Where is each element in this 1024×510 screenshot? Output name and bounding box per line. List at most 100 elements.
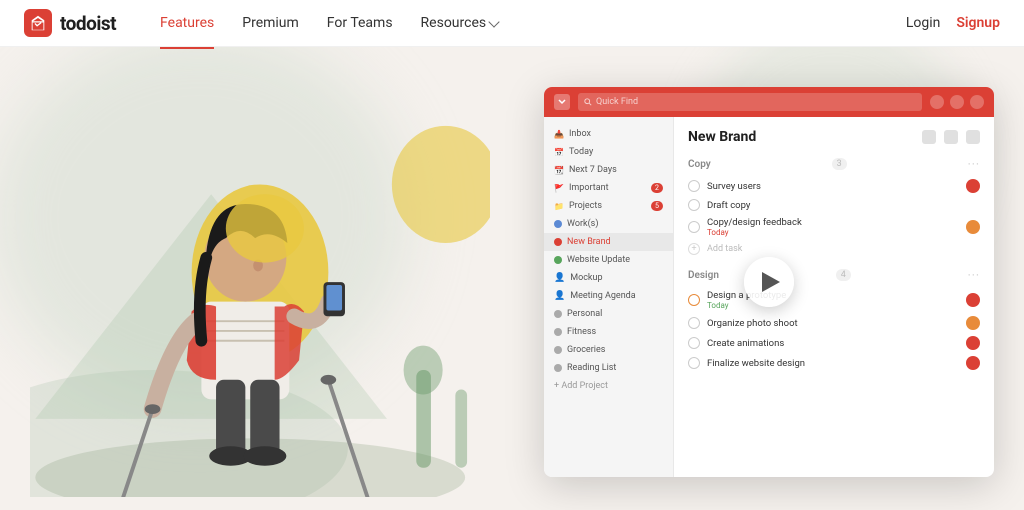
task-date: Today <box>707 301 959 310</box>
task-avatar <box>966 293 980 307</box>
add-task-icon: + <box>688 243 700 255</box>
task-draft-copy[interactable]: Draft copy <box>688 196 980 214</box>
app-header: Quick Find <box>544 87 994 117</box>
task-text: Draft copy <box>707 200 980 211</box>
copy-section-count: 3 <box>832 158 847 170</box>
task-text: Survey users <box>707 181 959 192</box>
copy-section-more[interactable]: ··· <box>968 157 980 171</box>
design-section-title: Design <box>688 270 719 281</box>
app-search[interactable]: Quick Find <box>578 93 922 111</box>
app-main-header: New Brand <box>688 129 980 145</box>
websiteupdate-dot <box>554 256 562 264</box>
task-create-animations[interactable]: Create animations <box>688 333 980 353</box>
sidebar-item-readinglist[interactable]: Reading List <box>544 359 673 377</box>
task-text: Design a prototype <box>707 290 959 301</box>
copy-section-header: Copy 3 ··· <box>688 157 980 171</box>
sidebar-item-projects[interactable]: 📁 Projects 5 <box>544 197 673 215</box>
logo-text: todoist <box>60 12 116 35</box>
app-main-action-icons <box>922 130 980 144</box>
task-organize-photo-shoot[interactable]: Organize photo shoot <box>688 313 980 333</box>
task-circle <box>688 221 700 233</box>
hiker-svg <box>30 77 490 497</box>
task-circle <box>688 294 700 306</box>
app-main: New Brand Copy 3 ··· <box>674 117 994 477</box>
hero-section: Quick Find 📥 Inbox 📅 Today <box>0 47 1024 510</box>
sidebar-item-works[interactable]: Work(s) <box>544 215 673 233</box>
sidebar-item-meetingagenda[interactable]: 👤 Meeting Agenda <box>544 287 673 305</box>
design-section-count: 4 <box>836 269 851 281</box>
nav-resources[interactable]: Resources <box>409 11 511 35</box>
task-finalize-website-design[interactable]: Finalize website design <box>688 353 980 373</box>
newbrand-dot <box>554 238 562 246</box>
navbar: todoist Features Premium For Teams Resou… <box>0 0 1024 47</box>
sidebar-item-newbrand[interactable]: New Brand <box>544 233 673 251</box>
fitness-dot <box>554 328 562 336</box>
header-icon-2[interactable] <box>950 95 964 109</box>
task-circle <box>688 199 700 211</box>
task-avatar <box>966 179 980 193</box>
app-screenshot: Quick Find 📥 Inbox 📅 Today <box>544 87 994 477</box>
logo[interactable]: todoist <box>24 9 116 37</box>
play-button[interactable] <box>744 257 794 307</box>
resources-chevron-icon <box>488 16 499 27</box>
design-section: Design 4 ··· Design a prototype Today <box>688 268 980 373</box>
app-main-title: New Brand <box>688 129 756 145</box>
task-text: Finalize website design <box>707 358 959 369</box>
task-date: Today <box>707 228 959 237</box>
header-icon-1[interactable] <box>930 95 944 109</box>
task-avatar <box>966 220 980 234</box>
header-icon-3[interactable] <box>970 95 984 109</box>
nav-links: Features Premium For Teams Resources <box>148 11 906 35</box>
sidebar-item-groceries[interactable]: Groceries <box>544 341 673 359</box>
task-text: Organize photo shoot <box>707 318 959 329</box>
readinglist-dot <box>554 364 562 372</box>
task-circle <box>688 337 700 349</box>
task-avatar <box>966 356 980 370</box>
personal-dot <box>554 310 562 318</box>
login-link[interactable]: Login <box>906 15 941 31</box>
logo-icon <box>24 9 52 37</box>
task-circle <box>688 317 700 329</box>
copy-section: Copy 3 ··· Survey users Draft copy <box>688 157 980 258</box>
sidebar-item-important[interactable]: 🚩 Important 2 <box>544 179 673 197</box>
sidebar-item-mockup[interactable]: 👤 Mockup <box>544 269 673 287</box>
sidebar-item-personal[interactable]: Personal <box>544 305 673 323</box>
sidebar-item-websiteupdate[interactable]: Website Update <box>544 251 673 269</box>
copy-section-title: Copy <box>688 159 711 170</box>
hiker-illustration <box>0 47 520 510</box>
task-design-prototype[interactable]: Design a prototype Today <box>688 287 980 313</box>
sidebar-item-today[interactable]: 📅 Today <box>544 143 673 161</box>
design-section-header: Design 4 ··· <box>688 268 980 282</box>
comment-icon[interactable] <box>922 130 936 144</box>
task-avatar <box>966 316 980 330</box>
nav-features[interactable]: Features <box>148 11 226 35</box>
sidebar-item-inbox[interactable]: 📥 Inbox <box>544 125 673 143</box>
sidebar-item-fitness[interactable]: Fitness <box>544 323 673 341</box>
task-copy-design-feedback[interactable]: Copy/design feedback Today <box>688 214 980 240</box>
groceries-dot <box>554 346 562 354</box>
task-text: Create animations <box>707 338 959 349</box>
sidebar-item-next7days[interactable]: 📆 Next 7 Days <box>544 161 673 179</box>
app-logo-small <box>554 94 570 110</box>
important-badge: 2 <box>651 183 663 193</box>
play-icon <box>762 272 780 292</box>
nav-for-teams[interactable]: For Teams <box>315 11 405 35</box>
design-section-more[interactable]: ··· <box>968 268 980 282</box>
signup-link[interactable]: Signup <box>956 15 1000 31</box>
task-text: Copy/design feedback <box>707 217 959 228</box>
app-sidebar: 📥 Inbox 📅 Today 📆 Next 7 Days 🚩 Importan… <box>544 117 674 477</box>
task-circle <box>688 357 700 369</box>
add-project-button[interactable]: + Add Project <box>544 377 673 395</box>
add-task-copy[interactable]: + Add task <box>688 240 980 258</box>
nav-premium[interactable]: Premium <box>230 11 311 35</box>
task-avatar <box>966 336 980 350</box>
app-header-icons <box>930 95 984 109</box>
task-circle <box>688 180 700 192</box>
members-icon[interactable] <box>944 130 958 144</box>
nav-right: Login Signup <box>906 15 1000 31</box>
works-dot <box>554 220 562 228</box>
task-survey-users[interactable]: Survey users <box>688 176 980 196</box>
more-icon[interactable] <box>966 130 980 144</box>
search-placeholder: Quick Find <box>596 97 638 107</box>
projects-badge: 5 <box>651 201 663 211</box>
